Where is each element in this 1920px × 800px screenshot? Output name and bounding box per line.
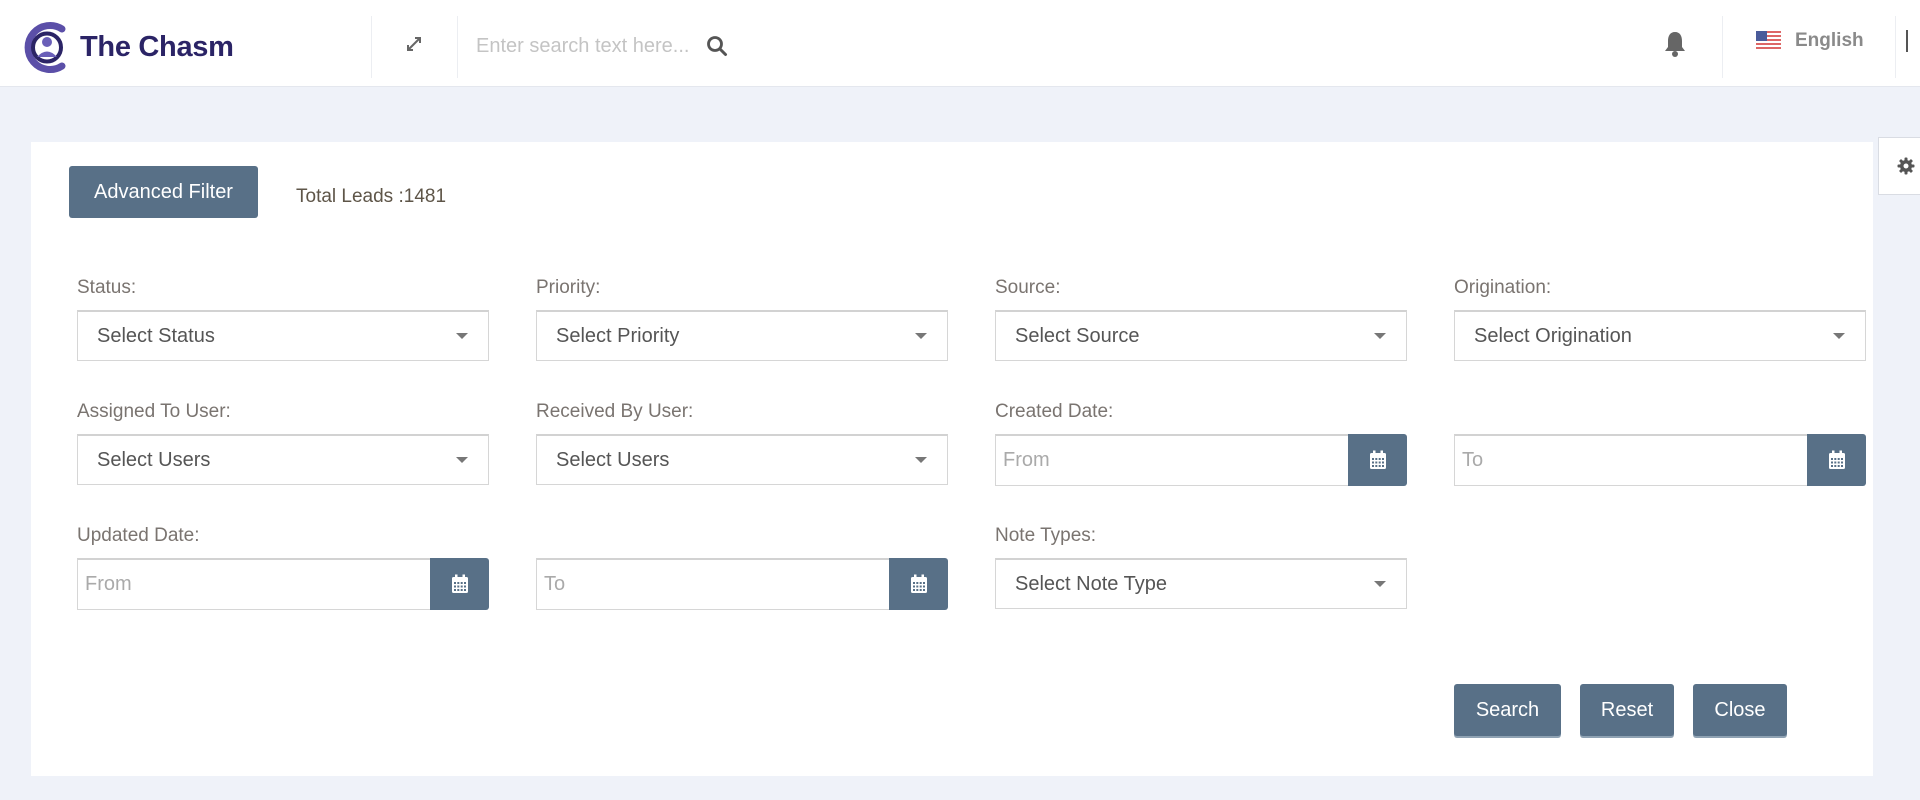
language-label: English [1795, 30, 1864, 51]
fullscreen-button[interactable] [400, 30, 428, 58]
search-icon[interactable] [706, 35, 728, 57]
status-select-value: Select Status [97, 324, 215, 347]
updated-date-to-picker[interactable] [889, 558, 948, 610]
calendar-icon [1369, 450, 1386, 469]
note-types-select-value: Select Note Type [1015, 572, 1167, 595]
priority-select[interactable]: Select Priority [536, 310, 948, 361]
divider [1722, 16, 1723, 78]
created-date-from-input[interactable] [995, 434, 1348, 486]
updated-date-to-input[interactable] [536, 558, 889, 610]
chevron-down-icon [456, 333, 468, 339]
total-leads-label: Total Leads : [296, 186, 404, 207]
updated-date-from-input[interactable] [77, 558, 430, 610]
divider [1895, 16, 1896, 78]
calendar-icon [451, 574, 468, 593]
priority-select-value: Select Priority [556, 324, 680, 347]
created-date-to-input[interactable] [1454, 434, 1807, 486]
bell-icon[interactable] [1662, 30, 1688, 58]
chevron-down-icon [915, 333, 927, 339]
priority-label: Priority: [536, 277, 601, 298]
search-input[interactable] [476, 34, 696, 58]
chevron-down-icon [1374, 581, 1386, 587]
updated-date-to [536, 558, 948, 610]
chevron-down-icon [1374, 333, 1386, 339]
source-label: Source: [995, 277, 1061, 298]
origination-label: Origination: [1454, 277, 1552, 298]
search-button[interactable]: Search [1454, 684, 1561, 736]
received-by-select-value: Select Users [556, 448, 670, 471]
settings-toggle[interactable] [1878, 137, 1920, 195]
origination-select-value: Select Origination [1474, 324, 1632, 347]
global-search [476, 28, 756, 64]
note-types-label: Note Types: [995, 525, 1097, 546]
collapse-sidebar-button[interactable] [1904, 30, 1908, 52]
chevron-down-icon [915, 457, 927, 463]
created-date-to [1454, 434, 1866, 486]
top-bar: The Chasm English [0, 0, 1920, 87]
language-selector[interactable]: English [1756, 30, 1864, 52]
divider [457, 16, 458, 78]
assigned-to-label: Assigned To User: [77, 401, 231, 422]
assigned-to-select-value: Select Users [97, 448, 211, 471]
gear-icon [1897, 157, 1915, 175]
created-date-to-picker[interactable] [1807, 434, 1866, 486]
updated-date-from-picker[interactable] [430, 558, 489, 610]
us-flag-icon [1756, 31, 1781, 51]
close-button[interactable]: Close [1693, 684, 1787, 736]
received-by-label: Received By User: [536, 401, 694, 422]
total-leads-count: 1481 [403, 186, 447, 207]
status-label: Status: [77, 277, 137, 298]
source-select-value: Select Source [1015, 324, 1140, 347]
calendar-icon [910, 574, 927, 593]
assigned-to-select[interactable]: Select Users [77, 434, 489, 485]
created-date-from [995, 434, 1407, 486]
source-select[interactable]: Select Source [995, 310, 1407, 361]
total-leads: Total Leads :1481 [296, 186, 446, 208]
divider [371, 16, 372, 78]
updated-date-from [77, 558, 489, 610]
created-date-label: Created Date: [995, 401, 1114, 422]
status-select[interactable]: Select Status [77, 310, 489, 361]
chevron-down-icon [1833, 333, 1845, 339]
collapse-sidebar-icon [1906, 30, 1908, 52]
created-date-from-picker[interactable] [1348, 434, 1407, 486]
expand-icon [407, 37, 421, 51]
chevron-down-icon [456, 457, 468, 463]
brand-name: The Chasm [80, 31, 234, 63]
calendar-icon [1828, 450, 1845, 469]
note-types-select[interactable]: Select Note Type [995, 558, 1407, 609]
updated-date-label: Updated Date: [77, 525, 200, 546]
origination-select[interactable]: Select Origination [1454, 310, 1866, 361]
advanced-filter-button[interactable]: Advanced Filter [69, 166, 258, 218]
brand-logo[interactable]: The Chasm [22, 20, 234, 75]
reset-button[interactable]: Reset [1580, 684, 1674, 736]
logo-icon [24, 22, 66, 73]
received-by-select[interactable]: Select Users [536, 434, 948, 485]
